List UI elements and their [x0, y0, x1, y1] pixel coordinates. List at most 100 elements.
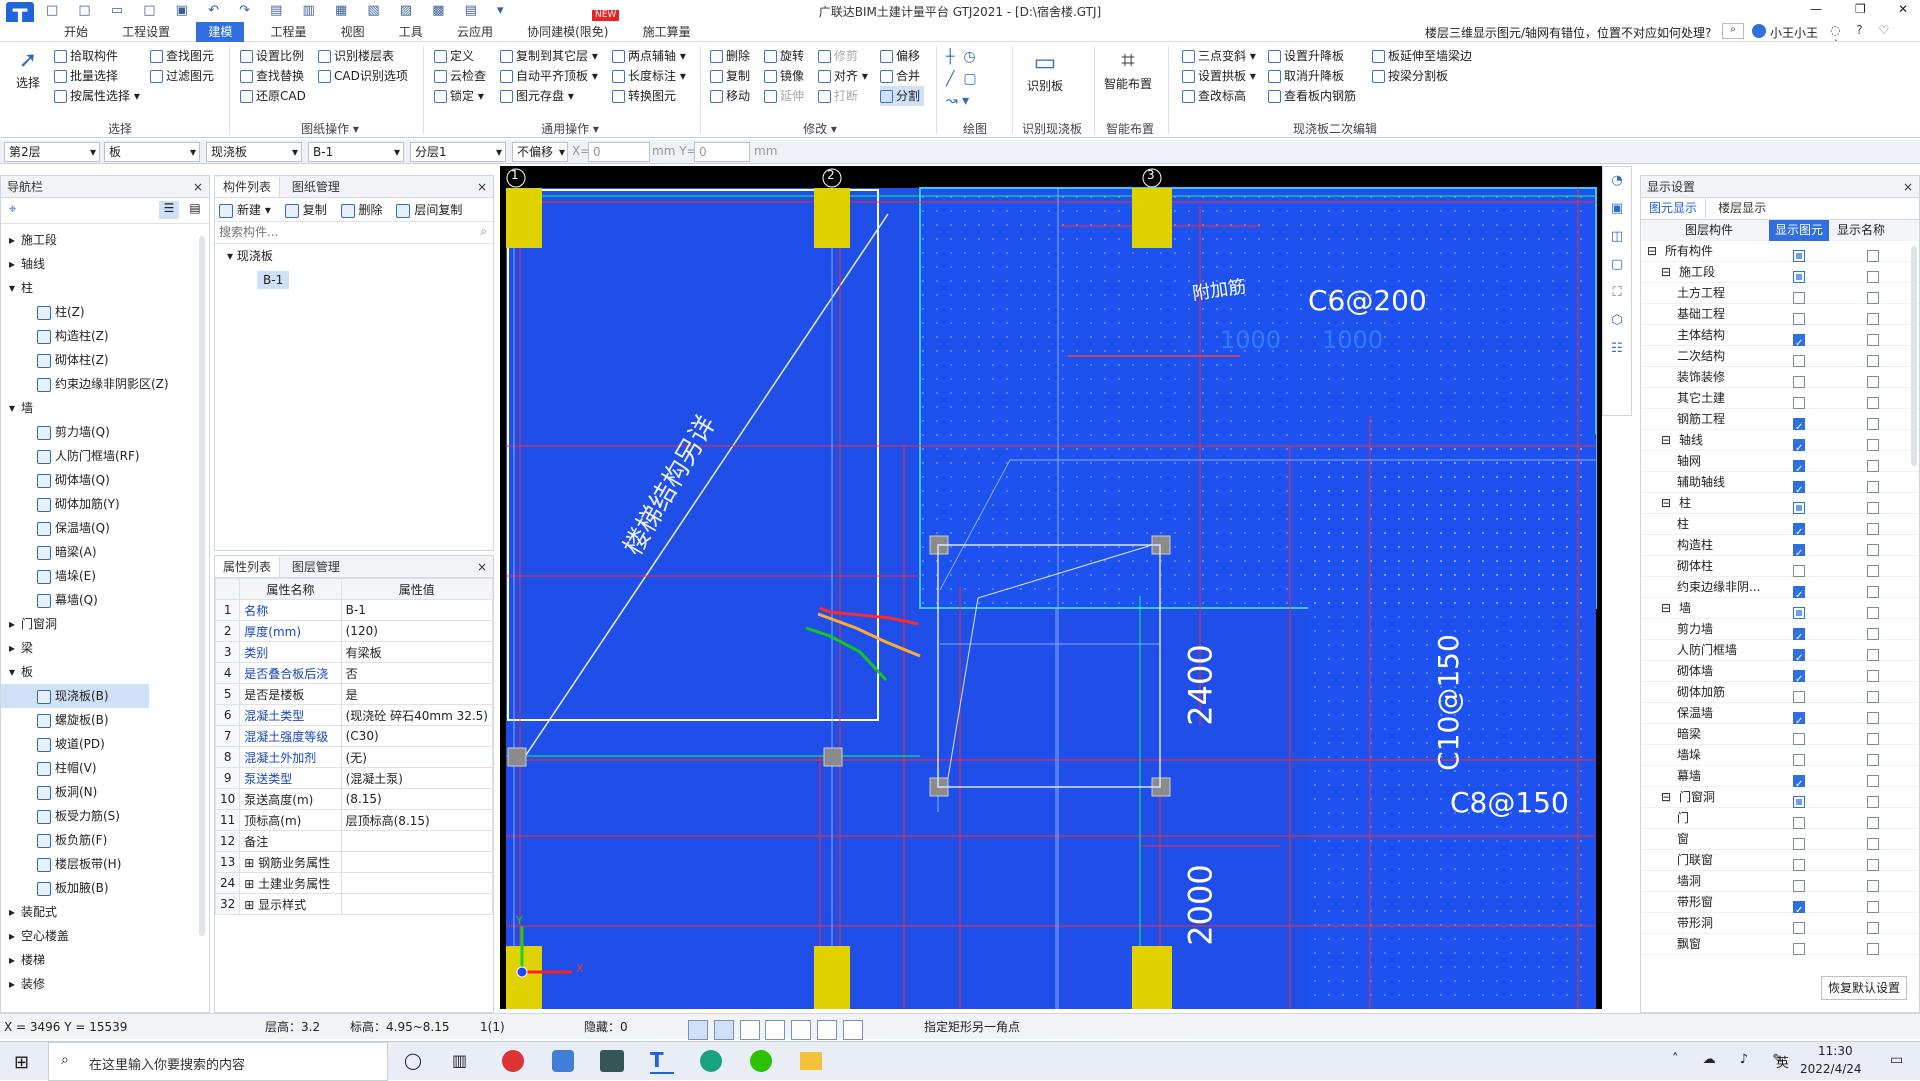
angle-snap-button[interactable]	[765, 1019, 786, 1040]
new-button[interactable]: 新建 ▾	[219, 203, 271, 218]
restore-button[interactable]: ❐	[1855, 2, 1866, 16]
show-element-checkbox[interactable]	[1793, 333, 1805, 354]
tree-toggle-icon[interactable]: ⊟	[1647, 241, 1657, 262]
offset-select[interactable]: 不偏移 ▾	[512, 142, 568, 162]
length-dim-button[interactable]: 长度标注 ▾	[612, 66, 686, 86]
mirror-button[interactable]: 镜像	[764, 66, 804, 86]
wechat-icon[interactable]	[750, 1050, 772, 1072]
show-element-checkbox[interactable]	[1793, 564, 1805, 577]
display-row[interactable]: 剪力墙	[1641, 619, 1919, 648]
show-name-checkbox[interactable]	[1867, 921, 1879, 934]
show-name-checkbox[interactable]	[1867, 249, 1879, 262]
tab-start[interactable]: 开始	[56, 22, 96, 42]
show-element-checkbox[interactable]	[1793, 417, 1805, 438]
extend-button[interactable]: 延伸	[764, 86, 804, 106]
show-element-checkbox[interactable]	[1793, 312, 1805, 325]
display-row[interactable]: 砌体加筋	[1641, 682, 1919, 703]
show-name-checkbox[interactable]	[1867, 312, 1879, 325]
cad-options-button[interactable]: CAD识别选项	[318, 66, 408, 86]
tray-icons[interactable]: ˄ ☁ ♪ ✎	[1672, 1052, 1793, 1067]
property-row[interactable]: 10 泵送高度(m) (8.15)	[214, 788, 494, 810]
tab-view[interactable]: 视图	[333, 22, 373, 42]
show-name-checkbox[interactable]	[1867, 417, 1879, 430]
expand-icon[interactable]: ▸	[9, 953, 15, 967]
nav-item[interactable]: 楼层板带(H)	[1, 852, 209, 876]
show-name-checkbox[interactable]	[1867, 837, 1879, 850]
show-element-checkbox[interactable]	[1793, 459, 1805, 480]
layer-icon[interactable]: ⬡	[1603, 307, 1631, 335]
nav-group[interactable]: ▸ 门窗洞	[1, 612, 209, 636]
nav-item[interactable]: 板受力筋(S)	[1, 804, 209, 828]
expand-icon[interactable]: ▸	[9, 617, 15, 631]
copy-button[interactable]: 复制	[710, 66, 750, 86]
display-row[interactable]: 暗梁	[1641, 724, 1919, 745]
expand-icon[interactable]: ▸	[9, 977, 15, 991]
show-name-checkbox[interactable]	[1867, 291, 1879, 304]
tree-toggle-icon[interactable]: ⊟	[1661, 787, 1671, 808]
nav-group[interactable]: ▾ 板	[1, 660, 209, 684]
app-icon-red[interactable]	[502, 1050, 524, 1072]
display-row[interactable]: 辅助轴线	[1641, 472, 1919, 501]
property-row[interactable]: 7 混凝土强度等级 (C30)	[214, 725, 494, 747]
show-element-checkbox[interactable]	[1793, 711, 1805, 732]
display-row[interactable]: 窗	[1641, 829, 1919, 850]
show-name-checkbox[interactable]	[1867, 879, 1879, 892]
display-row[interactable]: 砌体柱	[1641, 556, 1919, 577]
nav-group[interactable]: ▸ 空心楼盖	[1, 924, 209, 948]
show-name-checkbox[interactable]	[1867, 438, 1879, 451]
display-row[interactable]: 墙洞	[1641, 871, 1919, 892]
find-replace-button[interactable]: 查找替换	[240, 66, 306, 86]
tab-element-display[interactable]: 图元显示	[1641, 198, 1707, 218]
dim-input-button[interactable]	[791, 1019, 812, 1040]
nav-item[interactable]: 板负筋(F)	[1, 828, 209, 852]
property-row[interactable]: 2 厚度(mm) (120)	[214, 620, 494, 642]
show-name-checkbox[interactable]	[1867, 942, 1879, 955]
avatar[interactable]	[1752, 24, 1766, 38]
pin-icon[interactable]: ⌖	[9, 202, 16, 217]
show-element-checkbox[interactable]	[1793, 606, 1805, 619]
display-row[interactable]: 门	[1641, 808, 1919, 829]
nav-item[interactable]: 人防门框墙(RF)	[1, 444, 209, 468]
property-row[interactable]: 5 是否是楼板 是	[214, 683, 494, 705]
expand-icon[interactable]: ▸	[9, 233, 15, 247]
property-value[interactable]: (无)	[340, 746, 494, 768]
property-value[interactable]: 否	[340, 662, 494, 684]
define-button[interactable]: 定义	[434, 46, 486, 66]
show-name-checkbox[interactable]	[1867, 543, 1879, 556]
show-element-checkbox[interactable]	[1793, 690, 1805, 703]
filter-element-button[interactable]: 过滤图元	[150, 66, 214, 86]
subtype-select[interactable]: 现浇板 ▾	[206, 142, 302, 162]
tree-toggle-icon[interactable]: ⊟	[1661, 493, 1671, 514]
property-row[interactable]: 8 混凝土外加剂 (无)	[214, 746, 494, 768]
two-point-axis-button[interactable]: 两点辅轴 ▾	[612, 46, 686, 66]
display-row[interactable]: ⊟ 轴线	[1641, 430, 1919, 459]
component-group[interactable]: ▾ 现浇板	[215, 244, 493, 268]
display-row[interactable]: 保温墙	[1641, 703, 1919, 732]
expand-icon[interactable]: ▸	[9, 641, 15, 655]
property-value[interactable]	[340, 851, 494, 873]
convert-element-button[interactable]: 转换图元	[612, 86, 686, 106]
break-button[interactable]: 打断	[818, 86, 868, 106]
show-element-checkbox[interactable]	[1793, 438, 1805, 459]
smart-layout-button[interactable]: ⌗ 智能布置	[1100, 46, 1156, 94]
expand-icon[interactable]: ▾	[9, 665, 15, 679]
edge-icon[interactable]	[700, 1050, 722, 1072]
property-row[interactable]: 9 泵送类型 (混凝土泵)	[214, 767, 494, 789]
show-element-checkbox[interactable]	[1793, 543, 1805, 564]
notification-icon[interactable]: ▭	[1890, 1052, 1903, 1068]
display-row[interactable]: 基础工程	[1641, 304, 1919, 325]
split-button[interactable]: 分割	[880, 86, 925, 106]
property-value[interactable]: (混凝土泵)	[340, 767, 494, 789]
cancel-raise-slab-button[interactable]: 取消升降板	[1268, 66, 1356, 86]
property-row[interactable]: 4 是否叠合板后浇否	[214, 662, 494, 684]
show-name-checkbox[interactable]	[1867, 522, 1879, 535]
expand-icon[interactable]: ▸	[9, 257, 15, 271]
nav-item[interactable]: 砌体加筋(Y)	[1, 492, 209, 516]
draw-tools[interactable]: ┼ ◷ ╱ ▢ ↝ ▾	[946, 46, 977, 112]
app-icon-cad[interactable]	[600, 1050, 624, 1072]
show-element-checkbox[interactable]	[1793, 480, 1805, 501]
show-element-checkbox[interactable]	[1793, 648, 1805, 669]
tab-project-settings[interactable]: 工程设置	[114, 22, 178, 42]
move-button[interactable]: 移动	[710, 86, 750, 106]
nav-item[interactable]: 砌体墙(Q)	[1, 468, 209, 492]
